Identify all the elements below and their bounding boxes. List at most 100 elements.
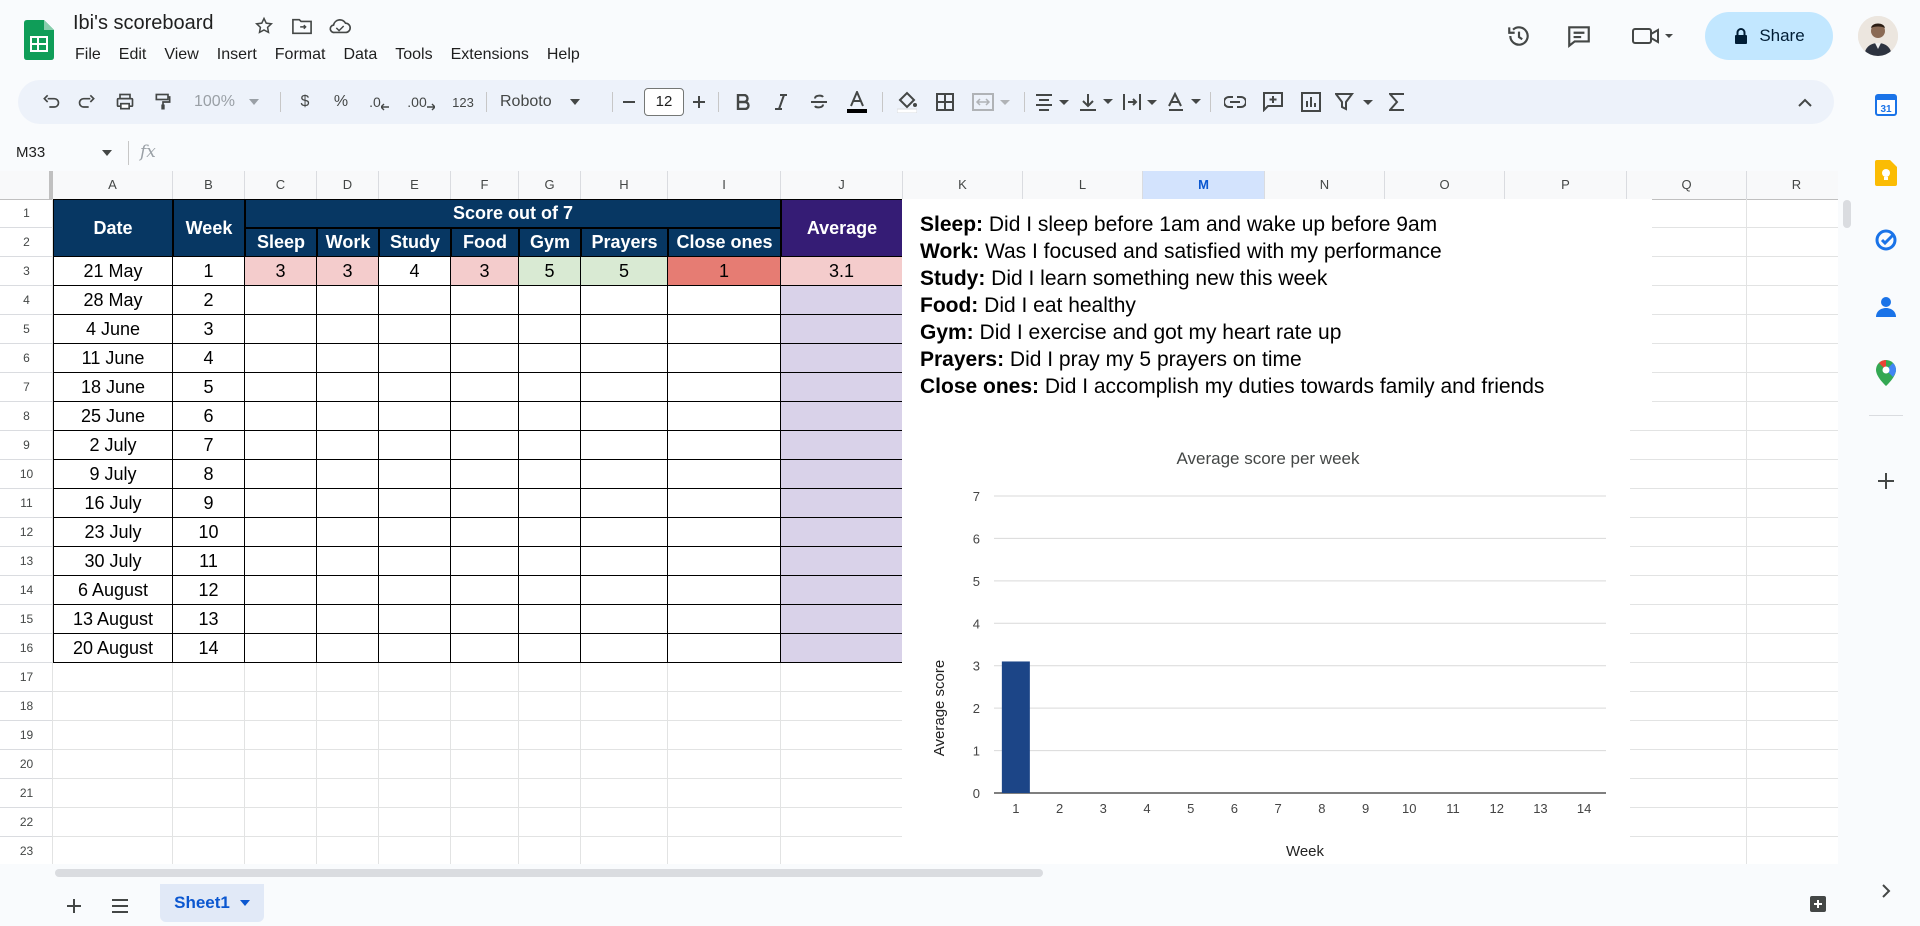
column-header-h[interactable]: H [581, 171, 668, 199]
average-cell[interactable] [781, 344, 903, 373]
row-header-22[interactable]: 22 [0, 808, 53, 837]
score-cell[interactable] [581, 489, 668, 518]
score-cell[interactable] [668, 286, 781, 315]
sheet-tab[interactable]: Sheet1 [160, 884, 264, 922]
date-cell[interactable]: 6 August [53, 576, 173, 605]
insert-link-icon[interactable] [1218, 80, 1252, 124]
menu-file[interactable]: File [66, 44, 110, 66]
text-rotation-icon[interactable] [1164, 80, 1204, 124]
header-close-ones[interactable]: Close ones [668, 228, 781, 257]
header-date[interactable]: Date [53, 199, 173, 257]
score-cell[interactable] [379, 286, 451, 315]
date-cell[interactable]: 16 July [53, 489, 173, 518]
score-cell[interactable] [668, 634, 781, 663]
average-score-chart[interactable]: Average score per week Average score Wee… [902, 426, 1630, 864]
redo-icon[interactable] [70, 80, 104, 124]
score-cell[interactable] [245, 576, 317, 605]
star-icon[interactable] [252, 14, 276, 38]
week-cell[interactable]: 1 [173, 257, 245, 286]
score-cell[interactable] [451, 460, 519, 489]
week-cell[interactable]: 14 [173, 634, 245, 663]
header-study[interactable]: Study [379, 228, 451, 257]
column-header-k[interactable]: K [903, 171, 1023, 199]
row-header-18[interactable]: 18 [0, 692, 53, 721]
score-cell[interactable] [451, 576, 519, 605]
score-cell[interactable] [245, 489, 317, 518]
share-button[interactable]: Share [1705, 12, 1833, 60]
name-box[interactable]: M33 [16, 144, 45, 161]
week-cell[interactable]: 3 [173, 315, 245, 344]
score-cell[interactable] [519, 315, 581, 344]
column-header-g[interactable]: G [519, 171, 581, 199]
decrease-decimal-button[interactable]: .0 [362, 80, 396, 124]
paint-format-icon[interactable] [146, 80, 180, 124]
score-cell[interactable] [379, 518, 451, 547]
score-cell[interactable] [379, 576, 451, 605]
date-cell[interactable]: 2 July [53, 431, 173, 460]
score-cell[interactable] [245, 286, 317, 315]
week-cell[interactable]: 8 [173, 460, 245, 489]
move-folder-icon[interactable] [290, 14, 314, 38]
score-cell[interactable] [581, 460, 668, 489]
average-cell[interactable] [781, 605, 903, 634]
sheets-logo[interactable] [24, 20, 54, 60]
score-cell[interactable] [451, 605, 519, 634]
more-formats-button[interactable]: 123 [446, 80, 480, 124]
score-cell[interactable] [451, 315, 519, 344]
cloud-status-icon[interactable] [328, 14, 352, 38]
score-cell[interactable] [451, 286, 519, 315]
score-cell[interactable] [581, 402, 668, 431]
legend-text-box[interactable]: Sleep: Did I sleep before 1am and wake u… [902, 199, 1652, 426]
percent-format-button[interactable]: % [326, 80, 356, 124]
average-cell[interactable] [781, 634, 903, 663]
score-cell[interactable] [668, 605, 781, 634]
score-cell[interactable] [245, 605, 317, 634]
score-cell[interactable] [317, 605, 379, 634]
score-cell[interactable]: 3 [317, 257, 379, 286]
score-cell[interactable] [379, 431, 451, 460]
row-header-9[interactable]: 9 [0, 431, 53, 460]
insert-comment-icon[interactable] [1256, 80, 1290, 124]
row-header-7[interactable]: 7 [0, 373, 53, 402]
italic-icon[interactable] [764, 80, 798, 124]
average-cell[interactable] [781, 547, 903, 576]
menu-insert[interactable]: Insert [208, 44, 266, 66]
score-cell[interactable] [581, 518, 668, 547]
row-header-11[interactable]: 11 [0, 489, 53, 518]
date-cell[interactable]: 13 August [53, 605, 173, 634]
score-cell[interactable] [379, 489, 451, 518]
score-cell[interactable] [317, 460, 379, 489]
average-cell[interactable] [781, 373, 903, 402]
date-cell[interactable]: 20 August [53, 634, 173, 663]
score-cell[interactable] [379, 460, 451, 489]
header-gym[interactable]: Gym [519, 228, 581, 257]
row-header-14[interactable]: 14 [0, 576, 53, 605]
score-cell[interactable] [581, 286, 668, 315]
tasks-icon[interactable] [1871, 225, 1901, 255]
row-header-8[interactable]: 8 [0, 402, 53, 431]
contacts-icon[interactable] [1871, 292, 1901, 322]
column-header-e[interactable]: E [379, 171, 451, 199]
score-cell[interactable]: 4 [379, 257, 451, 286]
header-prayers[interactable]: Prayers [581, 228, 668, 257]
average-cell[interactable] [781, 431, 903, 460]
get-addons-icon[interactable] [1871, 466, 1901, 496]
row-header-23[interactable]: 23 [0, 837, 53, 864]
column-header-i[interactable]: I [668, 171, 781, 199]
column-header-b[interactable]: B [173, 171, 245, 199]
maps-icon[interactable] [1871, 358, 1901, 388]
score-cell[interactable] [317, 547, 379, 576]
spreadsheet-grid[interactable]: ABCDEFGHIJKLMNOPQR 1 2 3 4 5 6 7 8 9 10 11 12 13 14 15… [0, 171, 1838, 864]
score-cell[interactable] [581, 431, 668, 460]
average-cell[interactable] [781, 286, 903, 315]
chart-bar[interactable] [1001, 661, 1030, 793]
week-cell[interactable]: 9 [173, 489, 245, 518]
explore-icon[interactable] [1807, 893, 1829, 915]
bold-icon[interactable] [726, 80, 760, 124]
week-cell[interactable]: 13 [173, 605, 245, 634]
score-cell[interactable] [668, 460, 781, 489]
score-cell[interactable] [668, 431, 781, 460]
horizontal-align-icon[interactable] [1032, 80, 1072, 124]
week-cell[interactable]: 5 [173, 373, 245, 402]
row-header-20[interactable]: 20 [0, 750, 53, 779]
